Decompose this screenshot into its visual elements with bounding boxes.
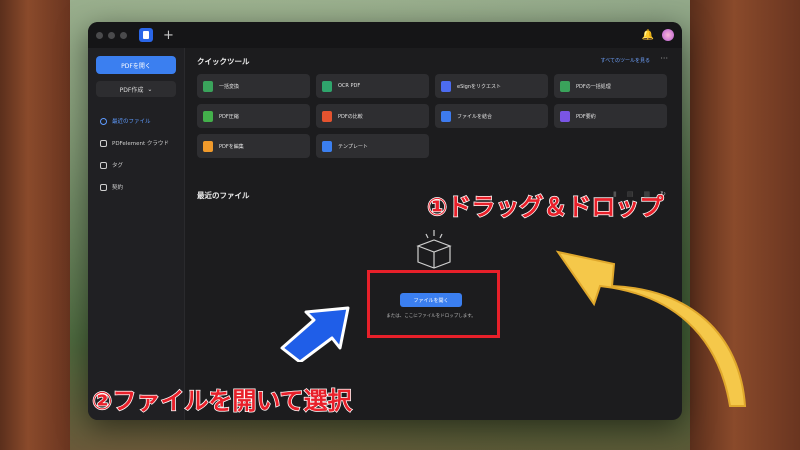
edit-icon [203,140,213,152]
see-all-tools-link[interactable]: すべてのツールを見る [601,57,650,64]
yellow-arrow-icon [555,250,747,407]
batch-convert-icon [203,80,213,92]
ocr-icon [322,80,332,92]
sidebar-nav: 最近のファイル PDFelement クラウド タグ 契約 [88,110,184,198]
app-logo-icon[interactable] [139,28,153,42]
tool-label: PDFの一括処理 [576,83,611,90]
chevron-down-icon: ⌄ [147,85,153,93]
more-icon[interactable]: ··· [660,54,668,63]
highlight-box [367,270,500,338]
sidebar-item-contracts[interactable]: 契約 [88,176,184,198]
quick-tools-title: クイックツール [197,57,250,66]
template-icon [322,140,332,152]
tool-label: OCR PDF [338,83,361,89]
sidebar-item-cloud[interactable]: PDFelement クラウド [88,132,184,154]
open-pdf-button[interactable]: PDFを開く [96,56,176,74]
tool-label: PDF圧縮 [219,113,239,120]
compare-icon [322,110,332,122]
tree-trunk-left [0,0,70,450]
quick-tools-grid: 一括変換 OCR PDF eSignをリクエスト PDFの一括処理 PDF圧縮 … [197,74,667,158]
merge-icon [441,110,451,122]
sidebar-item-label: PDFelement クラウド [112,141,169,147]
tool-merge-files[interactable]: ファイルを結合 [435,104,548,128]
summarize-icon [560,110,570,122]
tool-batch-process[interactable]: PDFの一括処理 [554,74,667,98]
title-bar: + 🔔 [88,22,682,48]
blue-arrow-icon [280,306,350,362]
tool-label: PDFを編集 [219,143,244,150]
bell-icon[interactable]: 🔔 [642,30,654,41]
recent-files-title: 最近のファイル [197,191,250,200]
tool-compress-pdf[interactable]: PDF圧縮 [197,104,310,128]
window-controls[interactable] [96,31,127,39]
contract-icon [100,183,107,191]
avatar[interactable] [662,29,674,41]
create-pdf-label: PDF作成 [119,86,144,94]
tool-label: PDFの比較 [338,113,363,120]
compress-icon [203,110,213,122]
tool-label: ファイルを結合 [457,113,493,120]
sidebar-item-label: タグ [112,163,124,169]
tool-label: eSignをリクエスト [457,83,501,90]
batch-process-icon [560,80,570,92]
tool-compare-pdf[interactable]: PDFの比較 [316,104,429,128]
tool-label: テンプレート [338,143,368,150]
tool-ocr-pdf[interactable]: OCR PDF [316,74,429,98]
step2-annotation: ②ファイルを開いて選択 [91,386,352,416]
sidebar-item-label: 最近のファイル [112,119,151,125]
empty-box-icon [416,230,452,269]
create-pdf-button[interactable]: PDF作成 ⌄ [96,81,176,97]
sidebar-item-label: 契約 [112,185,124,191]
tool-edit-pdf[interactable]: PDFを編集 [197,134,310,158]
tag-icon [100,161,107,169]
cloud-icon [100,139,107,147]
tool-esign-request[interactable]: eSignをリクエスト [435,74,548,98]
sidebar: PDFを開く PDF作成 ⌄ 最近のファイル PDFelement クラウド タ… [88,48,185,420]
tool-batch-convert[interactable]: 一括変換 [197,74,310,98]
tool-label: PDF要約 [576,113,596,120]
sidebar-item-recent[interactable]: 最近のファイル [88,110,184,132]
new-tab-button[interactable]: + [163,28,174,43]
tool-summarize-pdf[interactable]: PDF要約 [554,104,667,128]
tool-label: 一括変換 [219,83,240,90]
sidebar-item-tags[interactable]: タグ [88,154,184,176]
esign-icon [441,80,451,92]
clock-icon [100,117,107,125]
step1-annotation: ①ドラッグ＆ドロップ [426,192,664,222]
tool-template[interactable]: テンプレート [316,134,429,158]
